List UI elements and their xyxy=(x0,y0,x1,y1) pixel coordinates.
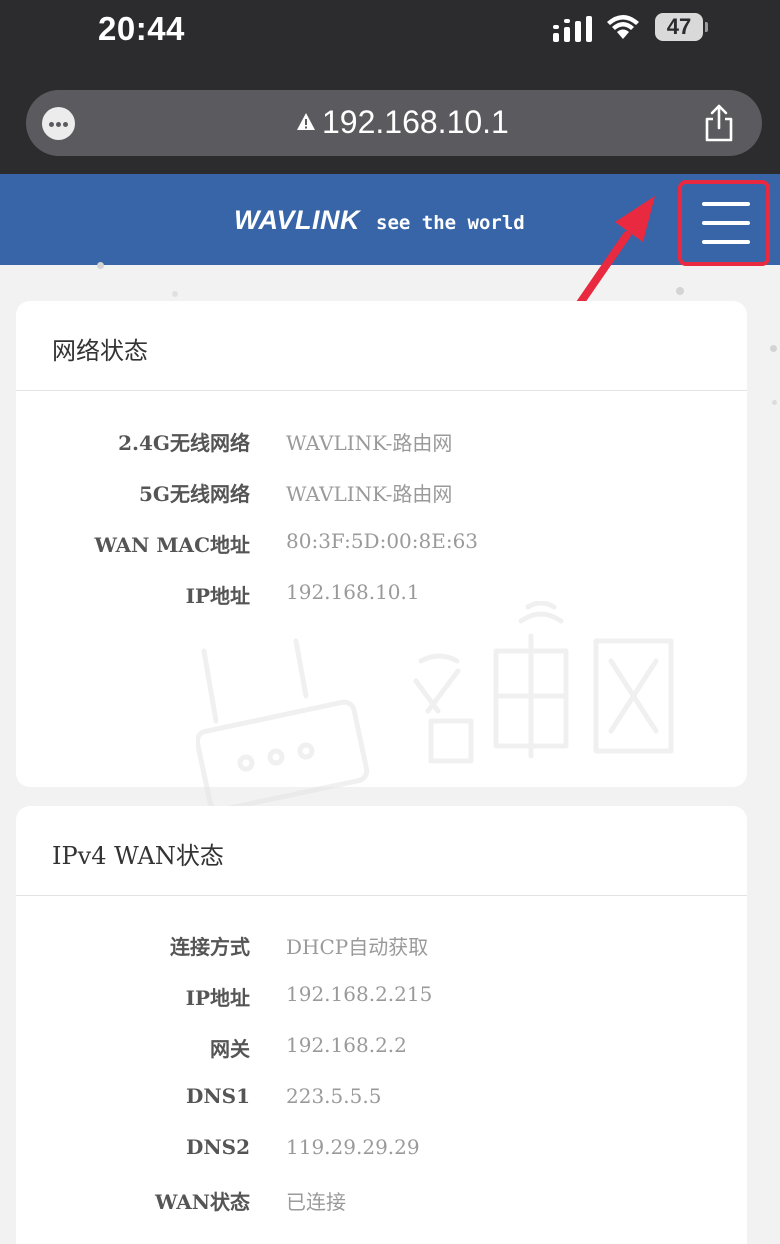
background-dot xyxy=(676,287,684,295)
background-dot xyxy=(172,291,178,297)
info-row: 连接方式 DHCP自动获取 xyxy=(16,931,747,963)
info-row: WAN MAC地址 80:3F:5D:00:8E:63 xyxy=(16,529,747,561)
status-bar: 20:44 47 xyxy=(0,0,780,72)
card-header: IPv4 WAN状态 xyxy=(16,806,747,896)
info-row: IP地址 192.168.2.215 xyxy=(16,982,747,1014)
info-row: 2.4G无线网络 WAVLINK-路由网 xyxy=(16,427,747,459)
hamburger-menu-button[interactable] xyxy=(678,180,770,266)
router-watermark-icon xyxy=(196,601,674,813)
background-dot xyxy=(97,262,104,269)
info-value: 192.168.2.2 xyxy=(286,1033,407,1057)
info-label: 网关 xyxy=(210,1037,250,1061)
wifi-icon xyxy=(607,15,639,39)
info-label: IP地址 xyxy=(185,986,250,1010)
info-row: WAN状态 已连接 xyxy=(16,1186,747,1218)
ipv4-wan-status-card: IPv4 WAN状态 连接方式 DHCP自动获取 IP地址 192.168.2.… xyxy=(16,806,747,1244)
url-text: 192.168.10.1 xyxy=(322,103,509,140)
signal-icon xyxy=(553,16,592,42)
info-label: WAN MAC地址 xyxy=(94,533,250,557)
brand-logo[interactable]: WAVLINK see the world xyxy=(234,206,525,234)
info-label: 连接方式 xyxy=(170,935,250,959)
info-value: WAVLINK-路由网 xyxy=(286,482,453,506)
card-title: IPv4 WAN状态 xyxy=(52,842,224,870)
network-status-card: 网络状态 2.4G无线网络 WAVLINK-路由网 5G无线网络 WAVLINK… xyxy=(16,301,747,813)
card-title: 网络状态 xyxy=(52,337,148,365)
info-value: 223.5.5.5 xyxy=(286,1084,382,1108)
info-row: DNS2 119.29.29.29 xyxy=(16,1135,747,1167)
info-row: DNS1 223.5.5.5 xyxy=(16,1084,747,1116)
warning-icon xyxy=(297,113,315,130)
info-label: DNS1 xyxy=(186,1084,250,1108)
battery-icon: 47 xyxy=(655,13,708,41)
url-display[interactable]: 192.168.10.1 xyxy=(296,102,509,142)
info-row: 5G无线网络 WAVLINK-路由网 xyxy=(16,478,747,510)
hamburger-menu-icon xyxy=(702,202,750,246)
logo-slogan: see the world xyxy=(376,212,525,234)
info-value: 119.29.29.29 xyxy=(286,1135,420,1159)
status-time: 20:44 xyxy=(98,10,185,47)
info-row: 网关 192.168.2.2 xyxy=(16,1033,747,1065)
info-value: 192.168.2.215 xyxy=(286,982,433,1006)
battery-level: 47 xyxy=(666,14,692,39)
info-value: WAVLINK-路由网 xyxy=(286,431,453,455)
card-header: 网络状态 xyxy=(16,301,747,391)
browser-toolbar: 192.168.10.1 xyxy=(0,72,780,174)
info-value: DHCP自动获取 xyxy=(286,935,429,959)
share-icon[interactable] xyxy=(702,104,736,142)
background-dot xyxy=(770,345,777,352)
background-dot xyxy=(772,400,777,405)
address-bar[interactable]: 192.168.10.1 xyxy=(26,90,762,156)
logo-text: WAVLINK xyxy=(234,205,360,235)
info-value: 已连接 xyxy=(286,1190,346,1214)
info-label: DNS2 xyxy=(186,1135,250,1159)
info-label: 2.4G无线网络 xyxy=(118,431,250,455)
more-icon[interactable] xyxy=(42,107,75,140)
info-label: 5G无线网络 xyxy=(139,482,250,506)
info-label: WAN状态 xyxy=(155,1190,250,1214)
info-value: 80:3F:5D:00:8E:63 xyxy=(286,529,479,553)
